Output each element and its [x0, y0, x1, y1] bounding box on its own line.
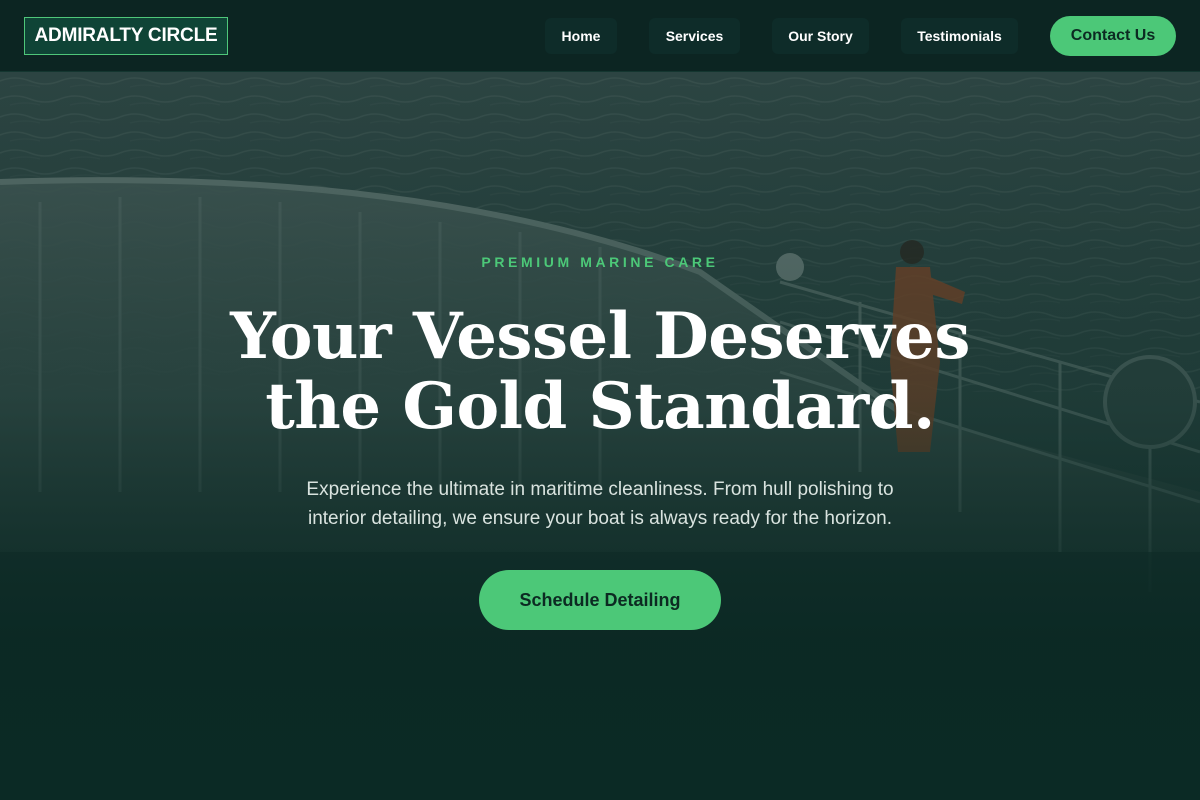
hero-subtext: Experience the ultimate in maritime clea… [260, 475, 940, 533]
hero-headline-line-2: the Gold Standard. [265, 369, 935, 444]
nav-link-services[interactable]: Services [649, 18, 740, 54]
site-header: ADMIRALTY CIRCLE Home Services Our Story… [0, 0, 1200, 72]
nav-link-testimonials[interactable]: Testimonials [901, 18, 1018, 54]
nav-link-our-story[interactable]: Our Story [772, 18, 869, 54]
nav-link-home[interactable]: Home [545, 18, 617, 54]
hero-headline: Your Vessel Deserves the Gold Standard. [0, 302, 1200, 442]
page: ADMIRALTY CIRCLE Home Services Our Story… [0, 0, 1200, 800]
schedule-detailing-button[interactable]: Schedule Detailing [479, 570, 721, 630]
brand-logo[interactable]: ADMIRALTY CIRCLE [24, 17, 228, 55]
contact-us-button[interactable]: Contact Us [1050, 16, 1176, 56]
hero-subtext-line-2: interior detailing, we ensure your boat … [307, 508, 893, 529]
hero-section: PREMIUM MARINE CARE Your Vessel Deserves… [0, 72, 1200, 800]
hero-eyebrow: PREMIUM MARINE CARE [481, 254, 719, 270]
hero-headline-line-1: Your Vessel Deserves [230, 299, 970, 374]
hero-subtext-line-1: Experience the ultimate in maritime clea… [306, 479, 894, 500]
